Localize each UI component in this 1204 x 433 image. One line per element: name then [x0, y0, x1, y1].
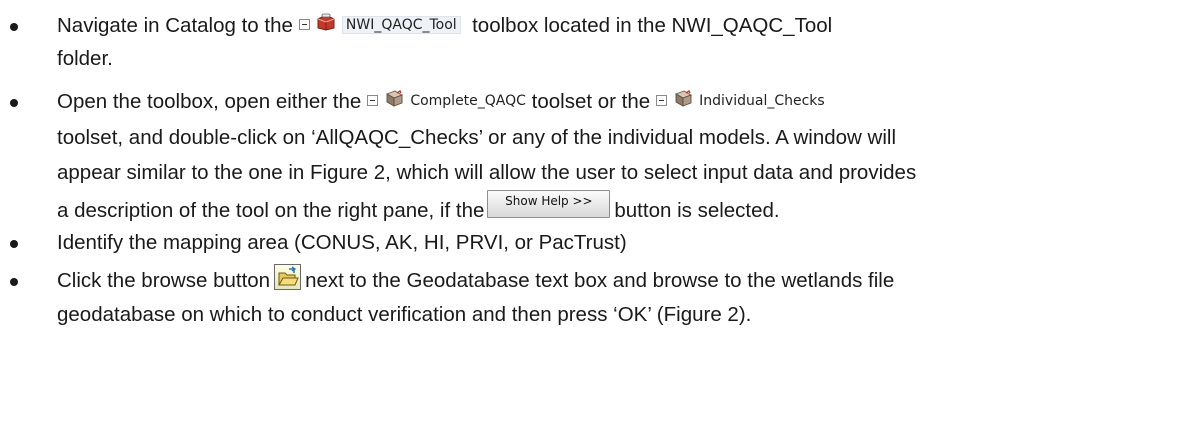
text-line: toolset, and double-click on ‘AllQAQC_Ch…	[57, 125, 896, 151]
collapse-icon[interactable]	[298, 19, 310, 31]
text-line: Identify the mapping area (CONUS, AK, HI…	[57, 230, 627, 256]
text-line: a description of the tool on the right p…	[57, 190, 780, 226]
bullet-dot	[10, 99, 18, 107]
text: next to the Geodatabase text box and bro…	[305, 269, 895, 292]
text-line: appear similar to the one in Figure 2, w…	[57, 160, 916, 186]
text-line: Open the toolbox, open either the Comple…	[57, 89, 825, 116]
text: Identify the mapping area (CONUS, AK, HI…	[57, 231, 627, 254]
text: toolbox located in the NWI_QAQC_Tool	[472, 14, 833, 37]
toolset-icon	[673, 88, 693, 114]
text-line: Navigate in Catalog to the NWI_QAQC_Tool…	[57, 13, 832, 40]
collapse-icon[interactable]	[367, 95, 379, 107]
toolbox-icon	[316, 12, 336, 38]
bullet-dot	[10, 23, 18, 31]
toolset-label[interactable]: Individual_Checks	[699, 93, 825, 109]
text: Click the browse button	[57, 269, 271, 292]
bullet-dot	[10, 278, 18, 286]
text: Open the toolbox, open either the	[57, 90, 362, 113]
toolset-label[interactable]: Complete_QAQC	[410, 93, 526, 109]
text: Navigate in Catalog to the	[57, 14, 293, 37]
text: toolset or the	[531, 90, 651, 113]
text-line: folder.	[57, 46, 113, 72]
toolset-icon	[384, 88, 404, 114]
collapse-icon[interactable]	[656, 95, 668, 107]
text: appear similar to the one in Figure 2, w…	[57, 161, 917, 184]
toolbox-label[interactable]: NWI_QAQC_Tool	[341, 15, 461, 34]
text: a description of the tool on the right p…	[57, 199, 485, 222]
bullet-dot	[10, 240, 18, 248]
text: folder.	[57, 47, 113, 70]
text: toolset, and double-click on ‘AllQAQC_Ch…	[57, 126, 897, 149]
text: geodatabase on which to conduct verifica…	[57, 303, 752, 326]
show-help-button[interactable]: Show Help >>	[487, 190, 611, 218]
text-line: geodatabase on which to conduct verifica…	[57, 302, 751, 328]
browse-button[interactable]	[274, 264, 302, 290]
text: button is selected.	[614, 199, 780, 222]
text-line: Click the browse button next to the Geod…	[57, 264, 895, 294]
